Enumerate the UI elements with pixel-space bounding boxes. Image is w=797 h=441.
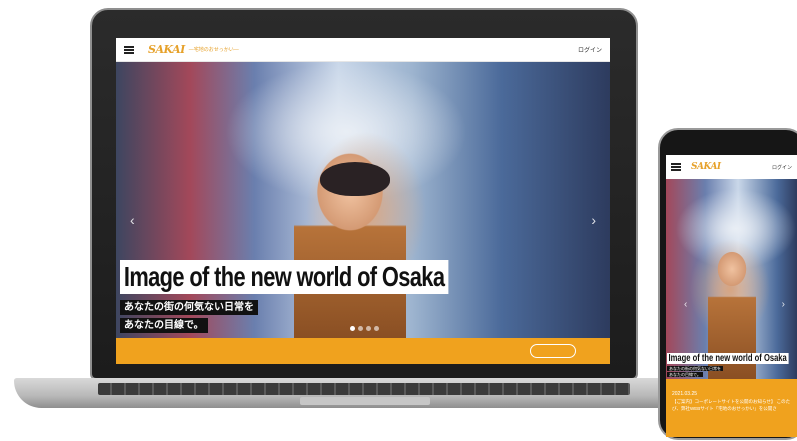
site-tagline: —宅地のおせっかい— [188, 47, 239, 53]
chevron-right-icon[interactable]: › [591, 212, 596, 228]
hero-title: Image of the new world of Osaka [667, 353, 789, 364]
phone-site-header: SAKAI ログイン [666, 155, 797, 179]
slider-dot[interactable] [350, 326, 355, 331]
site-logo[interactable]: SAKAI [148, 43, 185, 56]
slider-dot[interactable] [358, 326, 363, 331]
phone-screen: SAKAI ログイン ‹ › Image of the new world of… [666, 155, 797, 437]
site-logo[interactable]: SAKAI [691, 162, 721, 172]
slider-dots [350, 326, 379, 331]
news-text[interactable]: 【ご案内】コーポレートサイトを公開のお知らせ】 このた [672, 398, 791, 405]
hero-subtitle-line: あなたの街の何気ない日常を [120, 300, 258, 315]
news-more-button[interactable] [530, 344, 576, 358]
hero-slider: ‹ › Image of the new world of Osaka あなたの… [116, 62, 610, 338]
login-link[interactable]: ログイン [578, 45, 602, 54]
news-bar [116, 338, 610, 364]
news-date: 2021.03.25 [672, 391, 698, 397]
hero-subtitle-line: あなたの目線で。 [120, 318, 208, 333]
laptop-screen: SAKAI —宅地のおせっかい— ログイン ‹ › Image of the n… [116, 38, 610, 364]
hamburger-menu-icon[interactable] [124, 45, 134, 54]
laptop-trackpad [300, 397, 430, 405]
chevron-right-icon[interactable]: › [782, 299, 785, 310]
slider-dot[interactable] [374, 326, 379, 331]
slider-dot[interactable] [366, 326, 371, 331]
phone-news-section: 2021.03.25 【ご案内】コーポレートサイトを公開のお知らせ】 このた び… [666, 379, 797, 437]
chevron-left-icon[interactable]: ‹ [684, 299, 687, 310]
phone-hero-slider: ‹ › Image of the new world of Osaka あなたの… [666, 179, 797, 396]
hero-photo-hat [320, 162, 390, 196]
hero-subtitle-line: あなたの目線で。 [667, 372, 703, 377]
hamburger-menu-icon[interactable] [671, 163, 681, 171]
laptop-keyboard [98, 383, 630, 395]
login-link[interactable]: ログイン [772, 164, 792, 171]
chevron-left-icon[interactable]: ‹ [130, 212, 135, 228]
hero-title: Image of the new world of Osaka [120, 260, 449, 294]
news-text[interactable]: び、弊社WEBサイト「宅地のおせっかい」を公開さ [672, 405, 791, 412]
site-header: SAKAI —宅地のおせっかい— ログイン [116, 38, 610, 62]
hero-subtitle-line: あなたの街の何気ない日常を [667, 366, 723, 371]
